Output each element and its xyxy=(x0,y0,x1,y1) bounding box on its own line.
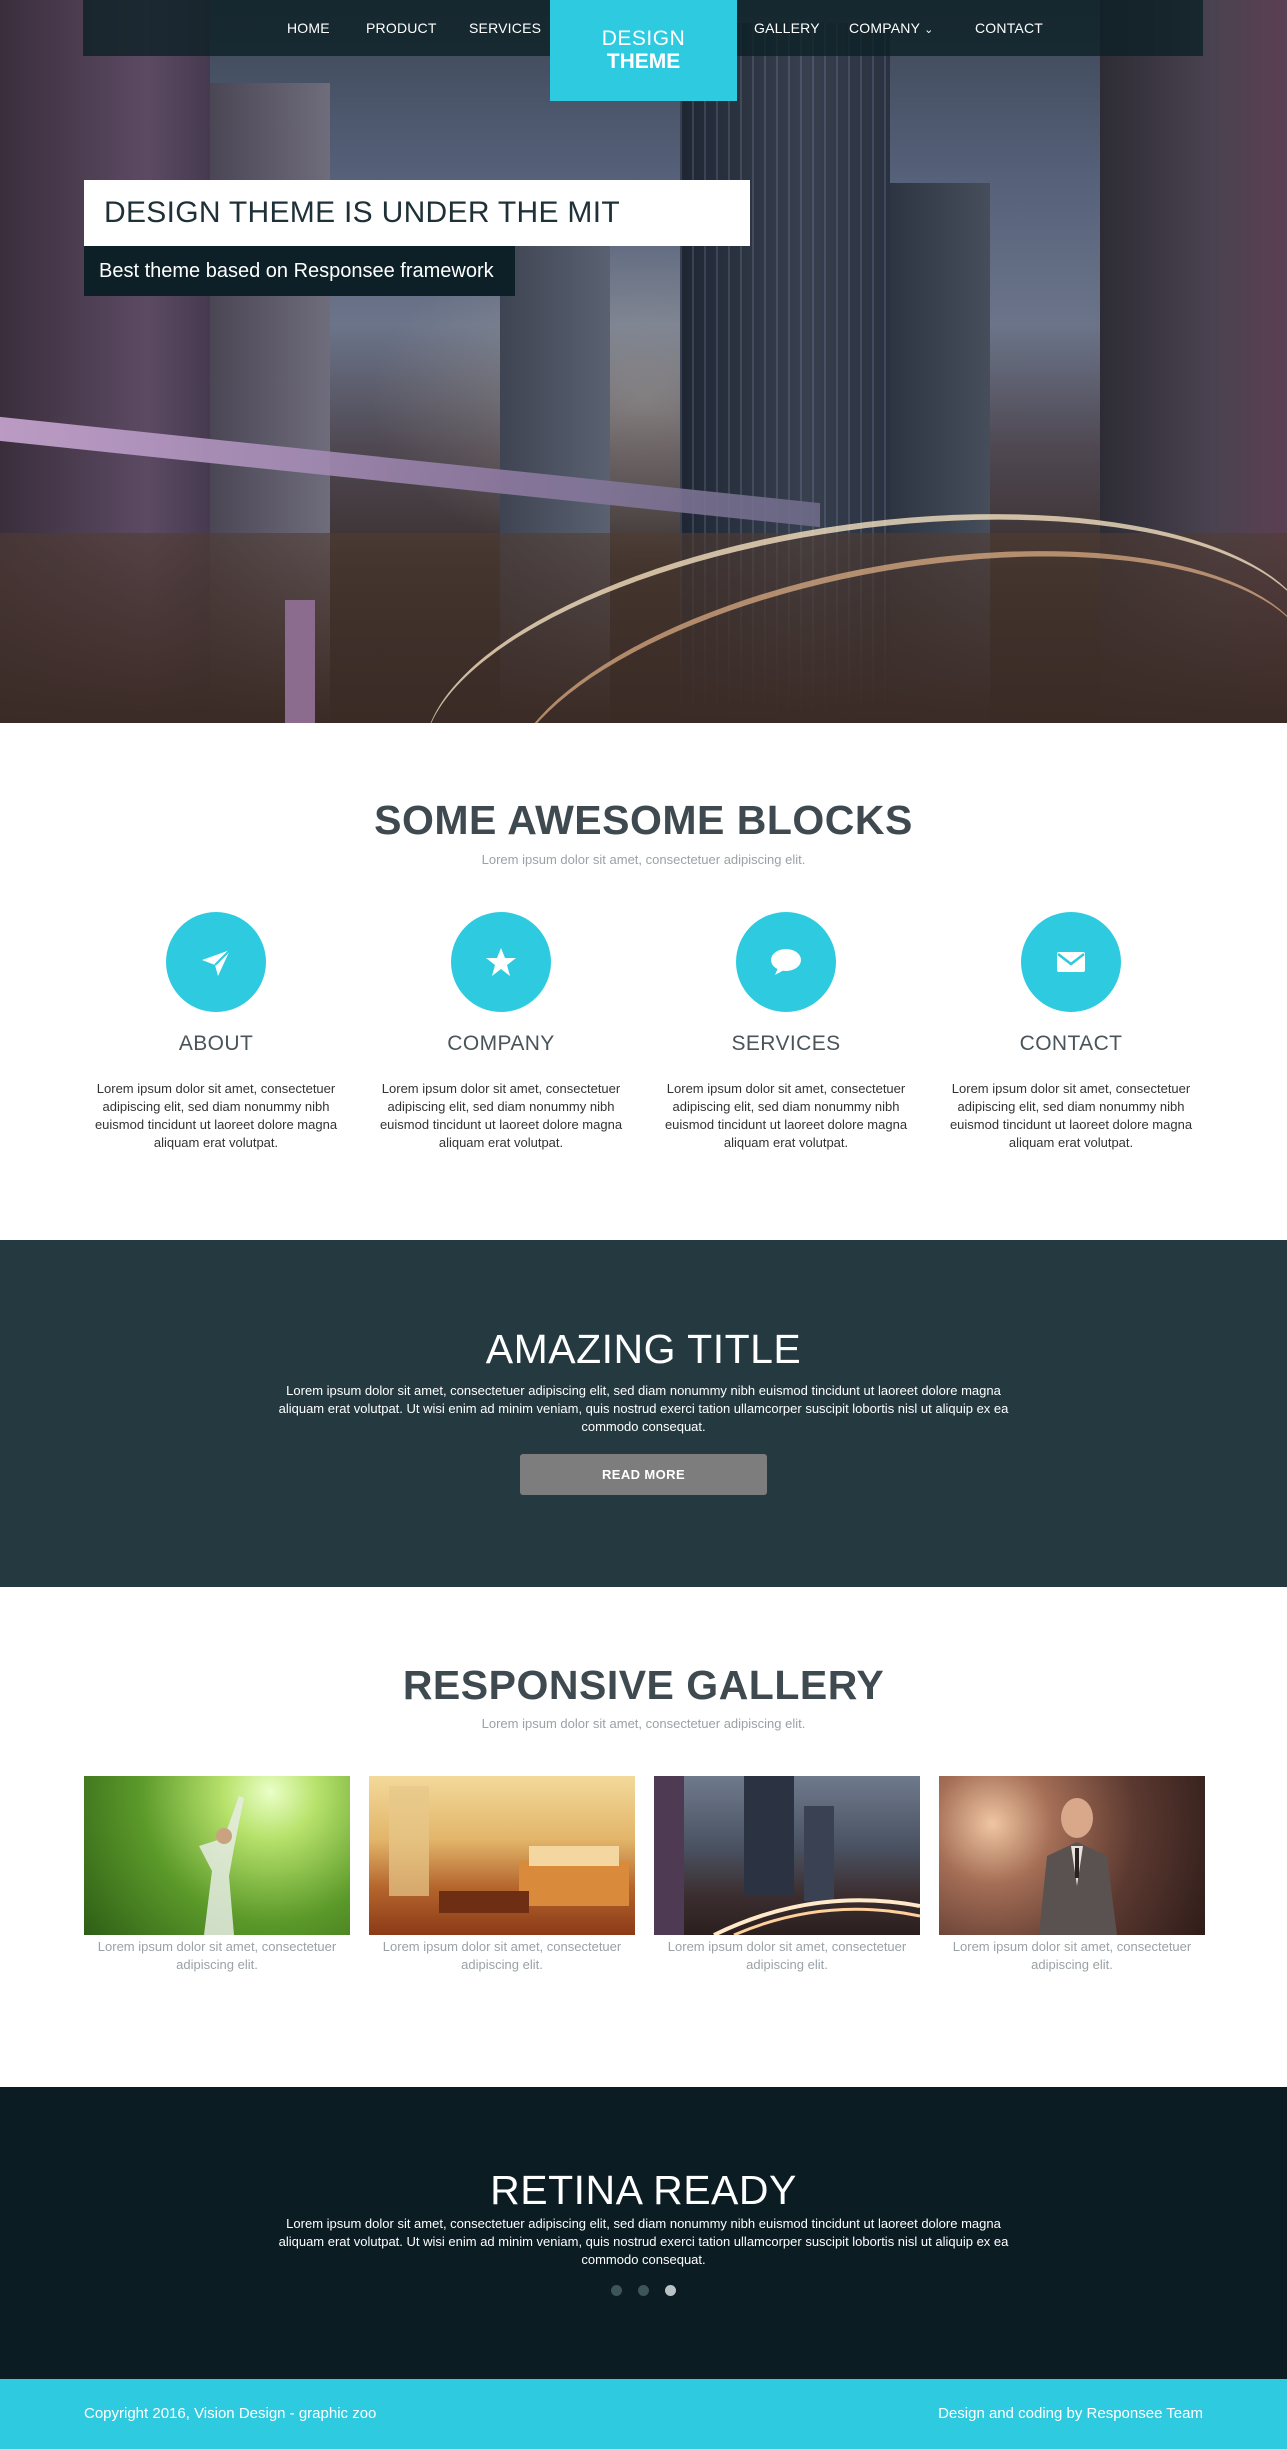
nav-gallery[interactable]: GALLERY xyxy=(754,0,820,56)
blocks-title: SOME AWESOME BLOCKS xyxy=(374,797,913,843)
nav-product[interactable]: PRODUCT xyxy=(366,0,437,56)
nav-company-label: COMPANY xyxy=(849,20,921,36)
block-title: ABOUT xyxy=(178,1032,254,1055)
gallery-item[interactable]: Lorem ipsum dolor sit amet, consectetuer… xyxy=(939,1776,1205,1974)
amazing-text: Lorem ipsum dolor sit amet, consectetuer… xyxy=(278,1383,1009,1434)
gallery-image-man[interactable] xyxy=(939,1776,1205,1935)
nav-services[interactable]: SERVICES xyxy=(469,0,541,56)
block-company: COMPANY Lorem ipsum dolor sit amet, cons… xyxy=(369,912,633,1152)
retina-title: RETINA READY xyxy=(490,2167,797,2213)
block-about: ABOUT Lorem ipsum dolor sit amet, consec… xyxy=(84,912,348,1152)
amazing-section: AMAZING TITLE Lorem ipsum dolor sit amet… xyxy=(0,1240,1287,1587)
nav-contact[interactable]: CONTACT xyxy=(975,0,1043,56)
retina-text: Lorem ipsum dolor sit amet, consectetuer… xyxy=(278,2216,1009,2267)
block-text: Lorem ipsum dolor sit amet, consectetuer… xyxy=(379,1081,623,1150)
hero-pillar xyxy=(285,600,315,723)
read-more-button[interactable]: READ MORE xyxy=(520,1454,767,1495)
gallery-item[interactable]: Lorem ipsum dolor sit amet, consectetuer… xyxy=(369,1776,635,1974)
gallery-subtitle: Lorem ipsum dolor sit amet, consectetuer… xyxy=(481,1716,806,1731)
gallery-item[interactable]: Lorem ipsum dolor sit amet, consectetuer… xyxy=(84,1776,350,1974)
block-text: Lorem ipsum dolor sit amet, consectetuer… xyxy=(664,1081,908,1150)
gallery-caption: Lorem ipsum dolor sit amet, consectetuer… xyxy=(667,1939,907,1972)
block-services: SERVICES Lorem ipsum dolor sit amet, con… xyxy=(654,912,918,1152)
gallery-caption: Lorem ipsum dolor sit amet, consectetuer… xyxy=(952,1939,1192,1972)
site-logo[interactable]: DESIGN THEME xyxy=(550,0,737,101)
chevron-down-icon: ⌄ xyxy=(924,24,934,36)
gallery-image-city[interactable] xyxy=(654,1776,920,1935)
envelope-icon[interactable] xyxy=(1021,912,1121,1012)
carousel-dot[interactable] xyxy=(610,2285,622,2296)
star-icon[interactable] xyxy=(451,912,551,1012)
hero-title: DESIGN THEME IS UNDER THE MIT LICENSE xyxy=(84,180,750,295)
nav-company[interactable]: COMPANY ⌄ xyxy=(849,0,934,56)
gallery-caption: Lorem ipsum dolor sit amet, consectetuer… xyxy=(97,1939,337,1972)
logo-line2: THEME xyxy=(606,50,681,73)
retina-section: RETINA READY Lorem ipsum dolor sit amet,… xyxy=(0,2087,1287,2379)
footer-credit[interactable]: Design and coding by Responsee Team xyxy=(938,2405,1203,2422)
carousel-dot[interactable] xyxy=(665,2285,677,2296)
block-text: Lorem ipsum dolor sit amet, consectetuer… xyxy=(949,1081,1193,1150)
paper-plane-icon[interactable] xyxy=(166,912,266,1012)
gallery-title: RESPONSIVE GALLERY xyxy=(402,1662,885,1708)
hero-subtitle: Best theme based on Responsee framework xyxy=(84,246,515,296)
blocks-subtitle: Lorem ipsum dolor sit amet, consectetuer… xyxy=(481,852,806,867)
block-title: CONTACT xyxy=(1019,1032,1123,1055)
carousel-dots xyxy=(0,2283,1287,2301)
block-title: SERVICES xyxy=(731,1032,841,1055)
carousel-dot[interactable] xyxy=(638,2285,649,2296)
gallery-image-bedroom[interactable] xyxy=(369,1776,635,1935)
speech-bubble-icon[interactable] xyxy=(736,912,836,1012)
gallery-image-forest[interactable] xyxy=(84,1776,350,1935)
footer-copyright: Copyright 2016, Vision Design - graphic … xyxy=(84,2405,377,2422)
block-contact: CONTACT Lorem ipsum dolor sit amet, cons… xyxy=(939,912,1203,1152)
block-title: COMPANY xyxy=(447,1032,555,1055)
gallery-item[interactable]: Lorem ipsum dolor sit amet, consectetuer… xyxy=(654,1776,920,1974)
footer: Copyright 2016, Vision Design - graphic … xyxy=(0,2379,1287,2449)
block-text: Lorem ipsum dolor sit amet, consectetuer… xyxy=(94,1081,338,1150)
gallery-caption: Lorem ipsum dolor sit amet, consectetuer… xyxy=(382,1939,622,1972)
amazing-title: AMAZING TITLE xyxy=(485,1326,802,1372)
logo-line1: DESIGN xyxy=(601,27,686,50)
hero-banner: HOME PRODUCT SERVICES GALLERY COMPANY ⌄ C… xyxy=(0,0,1287,723)
nav-home[interactable]: HOME xyxy=(287,0,330,56)
